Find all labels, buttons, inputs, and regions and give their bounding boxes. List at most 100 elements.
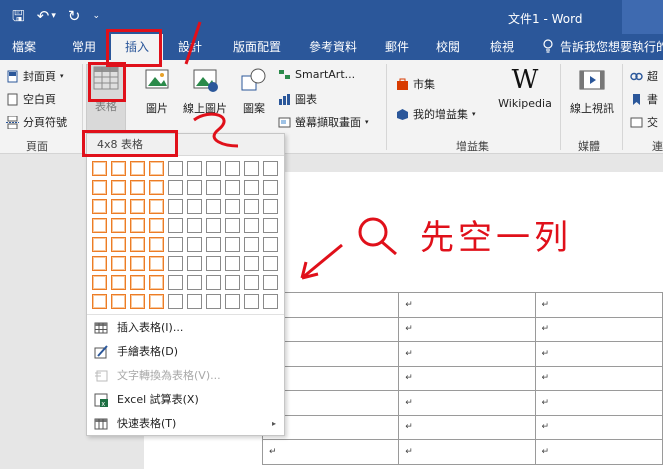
- grid-cell[interactable]: [244, 237, 259, 252]
- grid-cell[interactable]: [111, 199, 126, 214]
- grid-cell[interactable]: [149, 180, 164, 195]
- grid-cell[interactable]: [206, 237, 221, 252]
- grid-cell[interactable]: [130, 218, 145, 233]
- tab-references[interactable]: 參考資料: [302, 34, 364, 60]
- grid-cell[interactable]: [225, 237, 240, 252]
- pictures-button[interactable]: 圖片: [140, 66, 174, 116]
- grid-cell[interactable]: [168, 294, 183, 309]
- grid-cell[interactable]: [92, 294, 107, 309]
- grid-cell[interactable]: [187, 218, 202, 233]
- grid-cell[interactable]: [263, 199, 278, 214]
- grid-cell[interactable]: [244, 218, 259, 233]
- tab-layout[interactable]: 版面配置: [226, 34, 288, 60]
- table-cell[interactable]: ↵: [261, 439, 400, 465]
- grid-cell[interactable]: [168, 218, 183, 233]
- save-icon[interactable]: 🖫: [12, 7, 25, 25]
- grid-cell[interactable]: [263, 256, 278, 271]
- grid-cell[interactable]: [111, 256, 126, 271]
- grid-cell[interactable]: [111, 237, 126, 252]
- grid-cell[interactable]: [187, 294, 202, 309]
- grid-cell[interactable]: [149, 256, 164, 271]
- tell-me-search[interactable]: 告訴我您想要執行的動作: [560, 34, 663, 60]
- wikipedia-button[interactable]: W Wikipedia: [494, 66, 556, 110]
- table-cell[interactable]: ↵: [398, 316, 536, 342]
- grid-cell[interactable]: [187, 161, 202, 176]
- grid-cell[interactable]: [168, 237, 183, 252]
- grid-cell[interactable]: [149, 199, 164, 214]
- undo-icon[interactable]: ↶: [37, 7, 50, 25]
- tab-file[interactable]: 檔案: [4, 34, 44, 60]
- redo-icon[interactable]: ↻: [68, 7, 81, 25]
- screenshot-button[interactable]: 螢幕擷取畫面 ▾: [278, 114, 369, 130]
- table-cell[interactable]: ↵: [534, 316, 663, 342]
- grid-cell[interactable]: [206, 275, 221, 290]
- grid-cell[interactable]: [111, 218, 126, 233]
- table-cell[interactable]: ↵: [398, 365, 536, 391]
- grid-cell[interactable]: [149, 218, 164, 233]
- online-pictures-button[interactable]: 線上圖片: [178, 66, 232, 116]
- grid-cell[interactable]: [168, 161, 183, 176]
- table-cell[interactable]: ↵: [398, 292, 536, 318]
- grid-cell[interactable]: [92, 180, 107, 195]
- grid-cell[interactable]: [149, 237, 164, 252]
- table-cell[interactable]: ↵: [534, 414, 663, 440]
- store-button[interactable]: 市集: [396, 76, 435, 92]
- grid-cell[interactable]: [263, 294, 278, 309]
- grid-cell[interactable]: [111, 275, 126, 290]
- tab-insert[interactable]: 插入: [111, 34, 163, 60]
- grid-cell[interactable]: [206, 161, 221, 176]
- online-video-button[interactable]: 線上視訊: [564, 66, 620, 116]
- table-cell[interactable]: ↵: [398, 414, 536, 440]
- grid-cell[interactable]: [206, 218, 221, 233]
- grid-cell[interactable]: [111, 294, 126, 309]
- grid-cell[interactable]: [244, 199, 259, 214]
- grid-cell[interactable]: [244, 256, 259, 271]
- grid-cell[interactable]: [187, 199, 202, 214]
- grid-cell[interactable]: [225, 275, 240, 290]
- undo-dropdown-icon[interactable]: ▾: [51, 7, 56, 25]
- grid-cell[interactable]: [92, 199, 107, 214]
- document-table[interactable]: ↵↵↵↵↵↵↵↵↵↵↵↵↵↵↵↵↵↵↵↵↵: [261, 292, 663, 465]
- grid-cell[interactable]: [149, 161, 164, 176]
- blank-page-button[interactable]: 空白頁: [6, 91, 56, 107]
- grid-cell[interactable]: [244, 275, 259, 290]
- grid-cell[interactable]: [111, 161, 126, 176]
- grid-cell[interactable]: [225, 180, 240, 195]
- table-cell[interactable]: ↵: [534, 390, 663, 416]
- grid-cell[interactable]: [92, 161, 107, 176]
- grid-cell[interactable]: [225, 294, 240, 309]
- tab-design[interactable]: 設計: [168, 34, 212, 60]
- insert-table-menu-item[interactable]: 插入表格(I)...: [87, 316, 284, 340]
- bookmark-button[interactable]: 書: [630, 91, 658, 107]
- grid-cell[interactable]: [187, 275, 202, 290]
- grid-cell[interactable]: [263, 161, 278, 176]
- table-cell[interactable]: ↵: [534, 341, 663, 367]
- tab-mailings[interactable]: 郵件: [378, 34, 416, 60]
- grid-cell[interactable]: [244, 294, 259, 309]
- grid-cell[interactable]: [225, 218, 240, 233]
- draw-table-menu-item[interactable]: 手繪表格(D): [87, 340, 284, 364]
- grid-cell[interactable]: [168, 256, 183, 271]
- excel-spreadsheet-menu-item[interactable]: x Excel 試算表(X): [87, 388, 284, 412]
- tab-home[interactable]: 常用: [62, 34, 106, 60]
- grid-cell[interactable]: [130, 237, 145, 252]
- grid-cell[interactable]: [244, 161, 259, 176]
- page-break-button[interactable]: 分頁符號: [6, 114, 67, 130]
- smartart-button[interactable]: SmartArt...: [278, 68, 355, 81]
- table-cell[interactable]: ↵: [398, 341, 536, 367]
- shapes-button[interactable]: 圖案: [236, 66, 272, 116]
- grid-cell[interactable]: [187, 180, 202, 195]
- grid-cell[interactable]: [263, 237, 278, 252]
- table-cell[interactable]: ↵: [398, 390, 536, 416]
- cross-reference-button[interactable]: 交: [630, 114, 658, 130]
- grid-cell[interactable]: [130, 256, 145, 271]
- window-control-button[interactable]: [622, 0, 663, 34]
- tab-review[interactable]: 校閱: [428, 34, 468, 60]
- grid-cell[interactable]: [206, 180, 221, 195]
- grid-cell[interactable]: [168, 275, 183, 290]
- table-cell[interactable]: ↵: [534, 292, 663, 318]
- grid-cell[interactable]: [168, 199, 183, 214]
- cover-page-button[interactable]: 封面頁 ▾: [6, 68, 64, 84]
- grid-cell[interactable]: [206, 294, 221, 309]
- grid-cell[interactable]: [206, 256, 221, 271]
